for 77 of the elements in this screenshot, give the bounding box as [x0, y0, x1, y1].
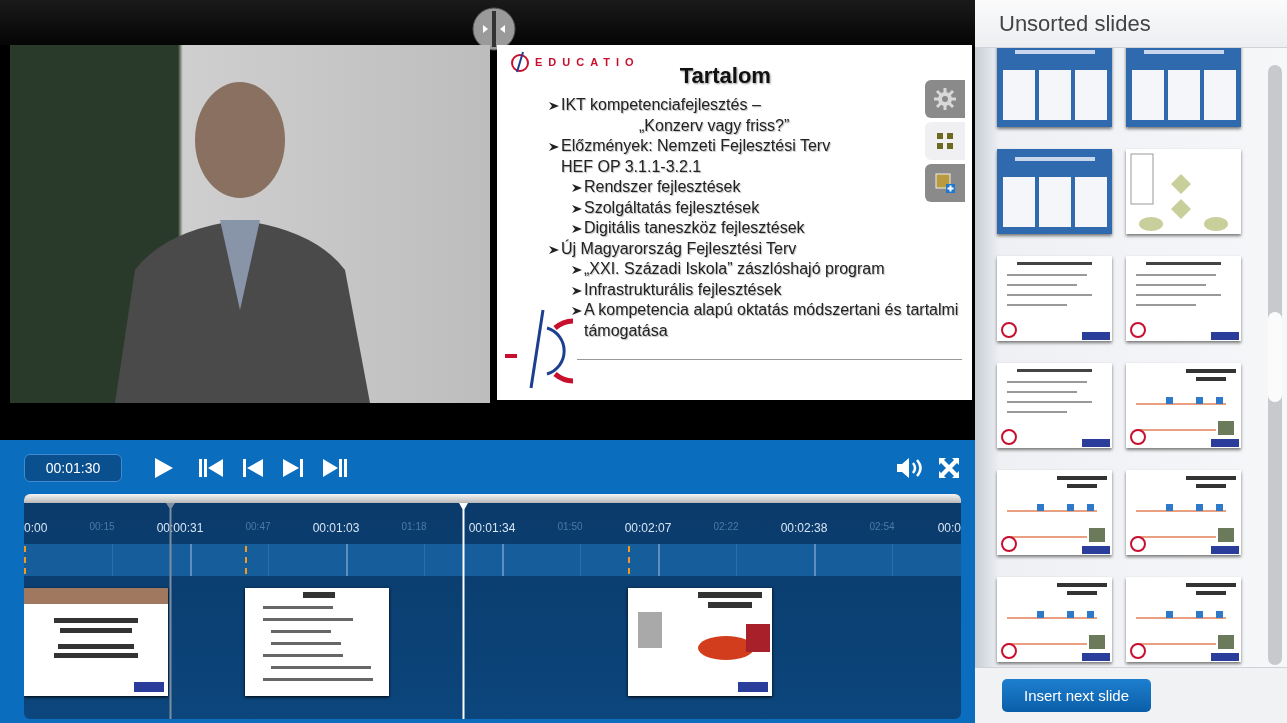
- bullet-text: „Konzerv vagy friss?”: [639, 115, 791, 136]
- scrollbar-track[interactable]: [1268, 65, 1282, 665]
- scrollbar-thumb[interactable]: [1268, 312, 1282, 402]
- previous-icon: [242, 456, 264, 480]
- skip-to-end-button[interactable]: [322, 456, 348, 480]
- time-label: 00:15: [89, 521, 115, 532]
- time-label: 00:01:34: [468, 521, 516, 535]
- bullet-text: A kompetencia alapú oktatás módszertani és tartalmi támogatása: [584, 300, 960, 341]
- panel-title: Unsorted slides: [975, 0, 1287, 48]
- bullet-icon: [572, 183, 582, 193]
- slide-thumbnail[interactable]: [1126, 149, 1241, 234]
- side-button[interactable]: [925, 164, 965, 202]
- cue-marker[interactable]: [24, 546, 26, 574]
- bullet-icon: [572, 285, 582, 296]
- slide-thumbnail[interactable]: [997, 470, 1112, 555]
- slide-thumbnail[interactable]: [1126, 470, 1241, 555]
- bullet-text: „XXI. Századi Iskola” zászlóshajó program: [584, 259, 885, 279]
- bullet-text: IKT kompetenciafejlesztés –: [561, 95, 761, 115]
- bullet-icon: [572, 224, 582, 234]
- time-label: 01:50: [557, 521, 583, 532]
- volume-icon: [895, 456, 923, 480]
- slide-thumbnail[interactable]: [997, 149, 1112, 234]
- skip-to-start-icon: [198, 456, 224, 480]
- time-label: 00:0: [937, 521, 961, 535]
- insert-next-slide-button[interactable]: Insert next slide: [1002, 679, 1152, 712]
- volume-button[interactable]: [895, 456, 923, 480]
- grid-icon: [934, 130, 956, 152]
- settings-icon: [934, 88, 956, 110]
- bullet-text: Szolgáltatás fejlesztések: [584, 197, 760, 218]
- time-label: 0:00: [24, 521, 48, 535]
- slide-thumbnail[interactable]: [1126, 48, 1241, 127]
- fullscreen-icon: [937, 456, 961, 480]
- slide-thumbnail[interactable]: [1126, 256, 1241, 341]
- bullet-icon: [572, 265, 582, 275]
- bullet-text: Infrastrukturális fejlesztések: [584, 279, 782, 300]
- next-icon: [282, 456, 304, 480]
- slide-thumbnail[interactable]: [997, 48, 1112, 127]
- slide-title: Tartalom: [679, 63, 771, 89]
- add-image-icon: [934, 172, 956, 194]
- slide-thumbnail[interactable]: [1126, 577, 1241, 662]
- slide-thumbnail[interactable]: [997, 577, 1112, 662]
- time-display: 00:01:30: [24, 454, 122, 482]
- slide-thumbnail[interactable]: [997, 256, 1112, 341]
- time-label: 00:02:07: [624, 521, 672, 535]
- playhead[interactable]: [459, 503, 469, 719]
- slide-thumbnail[interactable]: [1126, 363, 1241, 448]
- fullscreen-button[interactable]: [937, 456, 961, 480]
- bullet-icon: [549, 101, 559, 111]
- bullet-icon: [572, 306, 582, 316]
- bullet-text: Digitális taneszköz fejlesztések: [584, 218, 805, 238]
- previous-button[interactable]: [242, 456, 264, 480]
- cue-marker[interactable]: [245, 546, 247, 574]
- time-label: 02:22: [713, 521, 739, 532]
- slide-thumbnail[interactable]: [245, 588, 389, 696]
- logo-icon: [509, 51, 531, 73]
- next-button[interactable]: [282, 456, 304, 480]
- time-label: 00:02:38: [780, 521, 828, 535]
- cue-marker[interactable]: [628, 546, 630, 574]
- time-label: 00:47: [245, 521, 271, 532]
- bullet-icon: [549, 244, 559, 255]
- bullet-icon: [572, 203, 582, 214]
- side-button[interactable]: [925, 122, 965, 160]
- logo-text: EDUCATIO: [535, 56, 640, 68]
- time-label: 02:54: [869, 521, 895, 532]
- bullet-text: Új Magyarország Fejlesztési Terv: [561, 238, 797, 259]
- bullet-text: Előzmények: Nemzeti Fejlesztési Terv: [561, 136, 831, 156]
- skip-to-start-button[interactable]: [198, 456, 224, 480]
- slide-thumbnail[interactable]: [628, 588, 772, 696]
- bullet-text: HEF OP 3.1.1-3.2.1: [561, 156, 703, 177]
- slide-thumbnail[interactable]: [24, 588, 168, 696]
- skip-to-end-icon: [322, 456, 348, 480]
- time-label: 00:01:03: [312, 521, 360, 535]
- time-label: 00:00:31: [156, 521, 204, 535]
- slide-thumbnail[interactable]: [997, 363, 1112, 448]
- bullet-icon: [549, 142, 559, 152]
- time-label: 01:18: [401, 521, 427, 532]
- bullet-text: Rendszer fejlesztések: [584, 177, 741, 197]
